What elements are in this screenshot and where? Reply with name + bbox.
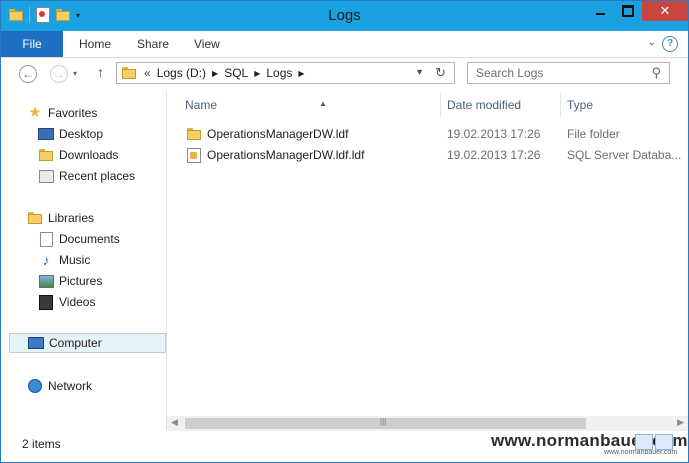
window-controls: ✕ [586, 1, 688, 21]
expand-ribbon-icon[interactable]: ⌄ [648, 37, 656, 48]
scroll-right-icon[interactable]: ▶ [677, 417, 684, 428]
sort-ascending-icon: ▲ [319, 99, 327, 108]
nav-label: Music [59, 253, 91, 267]
downloads-icon [38, 148, 54, 162]
maximize-icon [622, 5, 634, 17]
status-bar: 2 items www.normanbauer.com www.normanba… [1, 431, 688, 462]
navigation-pane: ★ Favorites Desktop Downloads Recent pla… [1, 91, 166, 431]
search-input[interactable]: Search Logs ⚲ [467, 62, 670, 84]
address-bar[interactable]: « Logs (D:) ▶ SQL ▶ Logs ▶ ▼ ↻ [116, 62, 455, 84]
file-row[interactable]: OperationsManagerDW.ldf 19.02.2013 17:26… [167, 124, 688, 144]
column-label: Date modified [447, 98, 522, 112]
back-button[interactable]: ← [19, 65, 37, 83]
view-buttons [635, 434, 673, 450]
recent-places-icon [38, 169, 54, 183]
folder-icon [122, 67, 136, 79]
music-icon: ♪ [42, 252, 50, 268]
minimize-button[interactable] [586, 1, 614, 21]
large-icons-view-icon[interactable] [655, 434, 673, 450]
nav-label: Network [48, 379, 93, 393]
column-header-type[interactable]: Type [561, 93, 688, 117]
folder-icon [187, 128, 201, 140]
file-type: File folder [567, 127, 620, 141]
nav-label: Favorites [48, 106, 98, 120]
address-row: ← → ▾ ↑ « Logs (D:) ▶ SQL ▶ Logs ▶ ▼ ↻ S… [1, 58, 688, 91]
nav-label: Computer [49, 336, 102, 350]
column-header-date-modified[interactable]: Date modified [441, 93, 561, 117]
close-button[interactable]: ✕ [642, 1, 688, 21]
window-title: Logs [328, 7, 361, 24]
maximize-button[interactable] [614, 1, 642, 21]
breadcrumb-arrow-icon[interactable]: ▶ [212, 69, 218, 78]
breadcrumb-arrow-icon[interactable]: ▶ [254, 69, 260, 78]
breadcrumb-arrow-icon[interactable]: ▶ [298, 69, 304, 78]
item-count: 2 items [22, 437, 61, 451]
breadcrumb-sql[interactable]: SQL [224, 66, 248, 80]
address-history-icon[interactable]: ▼ [415, 67, 424, 77]
file-type: SQL Server Databa... [567, 148, 682, 162]
ribbon-tabs: File Home Share View ⌄ ? [1, 31, 688, 58]
forward-arrow-icon: → [53, 67, 65, 81]
column-label: Name [185, 98, 218, 112]
file-date: 19.02.2013 17:26 [447, 148, 541, 162]
minimize-icon [595, 13, 605, 15]
up-button[interactable]: ↑ [97, 64, 104, 80]
explorer-window: ▾ Logs ✕ File Home Share View ⌄ ? ← → ▾ [0, 0, 689, 463]
title-bar: ▾ Logs ✕ [1, 1, 688, 31]
breadcrumb-drive[interactable]: Logs (D:) [157, 66, 206, 80]
file-row[interactable]: OperationsManagerDW.ldf.ldf 19.02.2013 1… [167, 145, 688, 165]
tab-view[interactable]: View [194, 31, 220, 57]
libraries-icon [27, 211, 43, 225]
column-header-name[interactable]: Name ▲ [179, 93, 441, 117]
back-arrow-icon: ← [22, 67, 34, 81]
file-name: OperationsManagerDW.ldf [207, 127, 349, 141]
tab-home[interactable]: Home [79, 31, 111, 57]
breadcrumb-overflow[interactable]: « [144, 66, 151, 80]
scroll-grip-icon: ||| [380, 417, 387, 426]
forward-button[interactable]: → [50, 65, 68, 83]
nav-label: Pictures [59, 274, 103, 288]
search-icon[interactable]: ⚲ [651, 63, 661, 83]
file-list: Name ▲ Date modified Type OperationsMana… [167, 91, 688, 431]
up-arrow-icon: ↑ [97, 64, 104, 80]
refresh-icon[interactable]: ↻ [435, 65, 446, 81]
nav-label: Documents [59, 232, 120, 246]
nav-computer[interactable]: Computer [9, 333, 166, 353]
breadcrumb-logs[interactable]: Logs [266, 66, 292, 80]
details-view-icon[interactable] [635, 434, 653, 450]
videos-icon [38, 294, 54, 310]
file-date: 19.02.2013 17:26 [447, 127, 541, 141]
nav-label: Videos [59, 295, 96, 309]
computer-icon [28, 336, 44, 350]
column-label: Type [567, 98, 594, 112]
sql-database-file-icon [187, 148, 201, 163]
pictures-icon [38, 274, 54, 288]
desktop-icon [38, 127, 54, 141]
watermark-small: www.normanbauer.com [604, 449, 678, 456]
close-icon: ✕ [659, 3, 671, 18]
nav-label: Libraries [48, 211, 95, 225]
tab-share[interactable]: Share [137, 31, 169, 57]
nav-label: Desktop [59, 127, 104, 141]
help-icon[interactable]: ? [662, 36, 678, 52]
nav-label: Downloads [59, 148, 119, 162]
star-icon: ★ [28, 104, 42, 121]
search-placeholder: Search Logs [476, 66, 544, 80]
documents-icon [38, 231, 54, 247]
nav-label: Recent places [59, 169, 136, 183]
network-icon [27, 379, 43, 393]
file-name: OperationsManagerDW.ldf.ldf [207, 148, 365, 162]
scroll-left-icon[interactable]: ◀ [171, 417, 178, 428]
tab-file[interactable]: File [1, 31, 63, 57]
horizontal-scrollbar[interactable]: ◀ ||| ▶ [167, 416, 688, 431]
recent-locations-icon[interactable]: ▾ [73, 69, 77, 78]
